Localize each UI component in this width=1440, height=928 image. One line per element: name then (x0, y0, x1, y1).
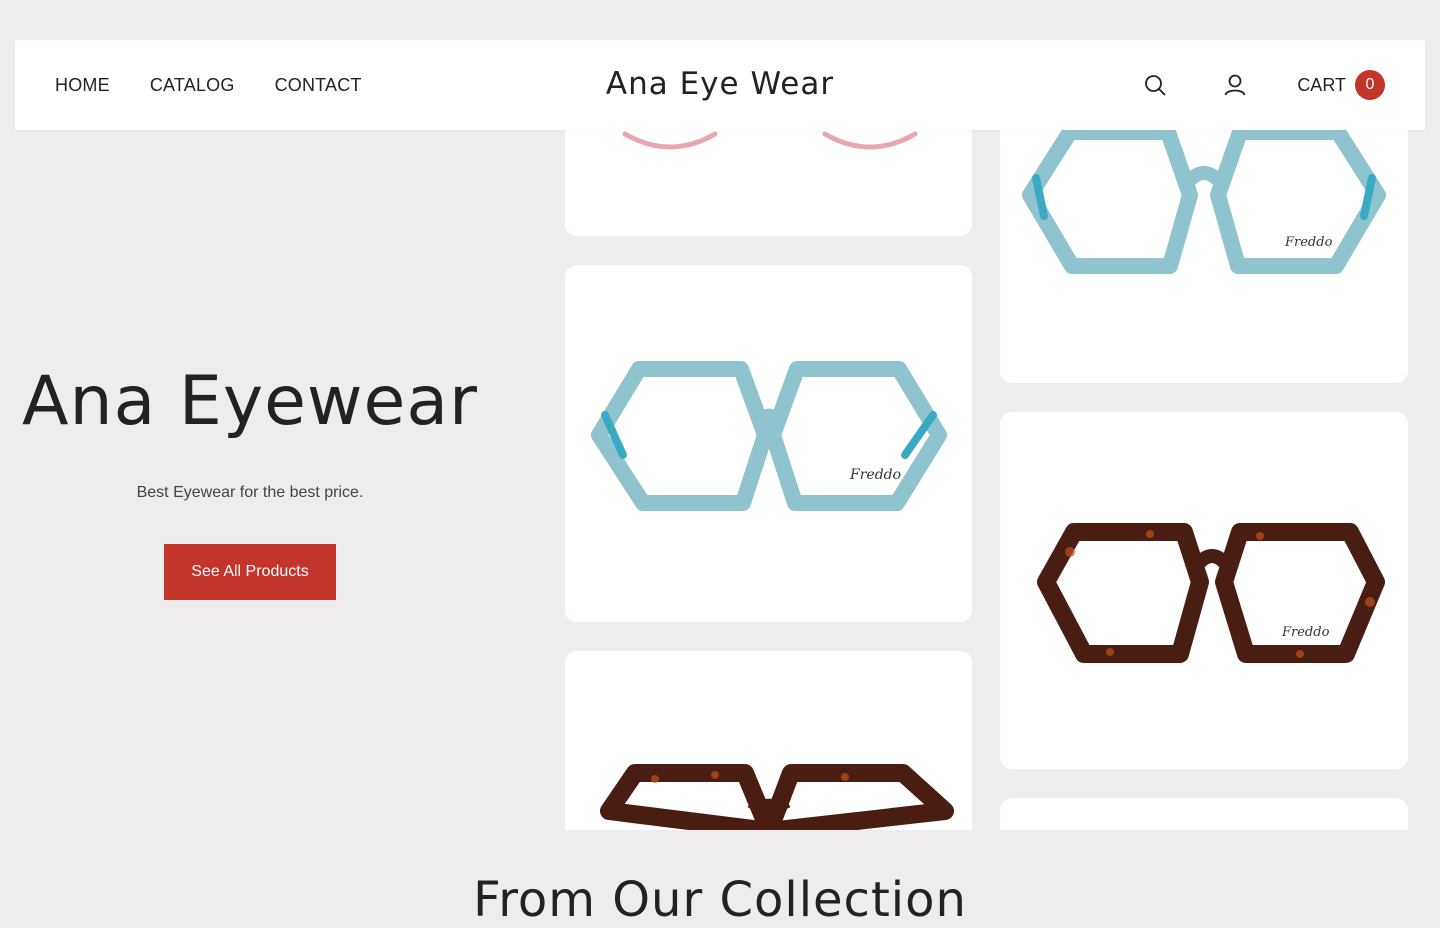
cart-button[interactable]: CART 0 (1297, 70, 1385, 100)
site-header: HOME CATALOG CONTACT Ana Eye Wear CART 0 (15, 40, 1425, 130)
product-card-next[interactable] (1000, 798, 1408, 830)
product-card-blue-top[interactable]: Freddo (1000, 130, 1408, 383)
see-all-products-button[interactable]: See All Products (164, 544, 336, 600)
hero-title: Ana Eyewear (21, 362, 479, 441)
product-card-pink[interactable] (565, 130, 972, 236)
main-nav: HOME CATALOG CONTACT (55, 40, 402, 130)
glasses-image (622, 131, 918, 150)
glasses-image: Freddo (591, 361, 947, 511)
brand-mark: Freddo (849, 467, 901, 483)
brand-mark: Freddo (1281, 625, 1330, 640)
hero-subtitle: Best Eyewear for the best price. (136, 484, 364, 501)
product-card-tortoise-bottom[interactable] (565, 651, 972, 830)
nav-contact[interactable]: CONTACT (275, 75, 362, 96)
product-card-blue[interactable]: Freddo (565, 265, 972, 622)
product-card-tortoise[interactable]: Freddo (1000, 412, 1408, 769)
brand-mark: Freddo (1284, 235, 1333, 250)
cart-label: CART (1297, 74, 1346, 95)
cart-count-badge: 0 (1355, 70, 1385, 100)
glasses-image: Freddo (1022, 130, 1386, 274)
nav-home[interactable]: HOME (55, 75, 110, 96)
nav-catalog[interactable]: CATALOG (150, 75, 235, 96)
header-actions: CART 0 (1143, 40, 1385, 130)
user-icon[interactable] (1223, 73, 1247, 97)
search-icon[interactable] (1143, 73, 1167, 97)
glasses-image: Freddo (1037, 523, 1385, 663)
glasses-image (600, 764, 954, 830)
hero-section: Ana Eyewear Best Eyewear for the best pr… (0, 130, 500, 830)
collection-heading: From Our Collection (473, 872, 967, 928)
